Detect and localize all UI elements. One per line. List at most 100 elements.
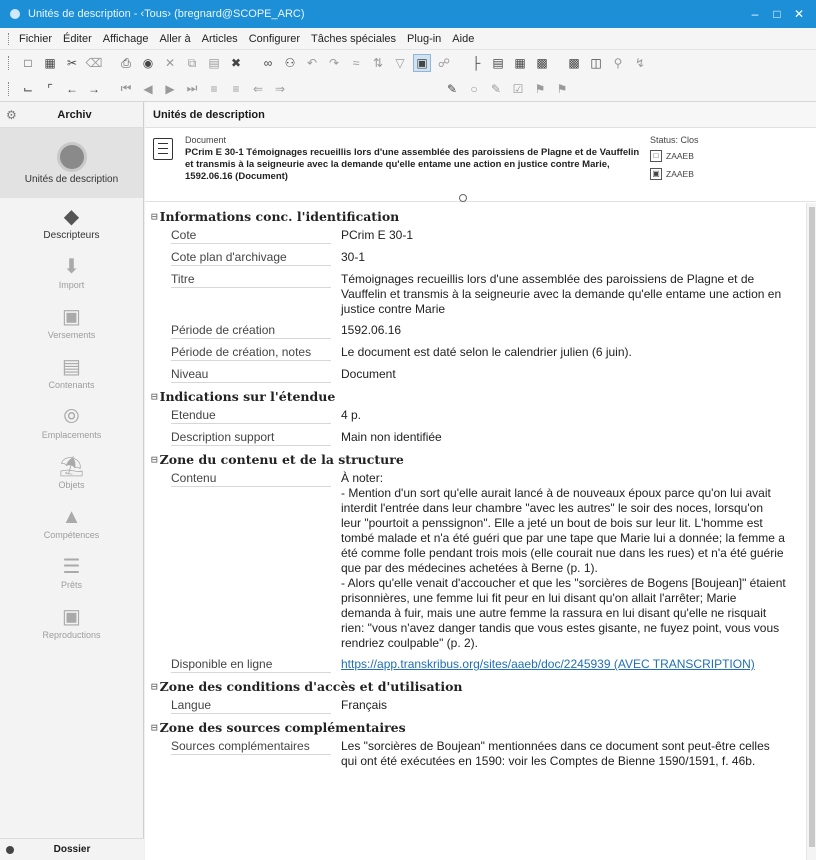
- sidebar-item-versements[interactable]: ▣ Versements: [0, 298, 143, 348]
- collapse-toggle-icon[interactable]: ⊟: [151, 453, 158, 466]
- list-nav-icon[interactable]: ≡: [205, 80, 223, 98]
- sidebar-item-unites-de-description[interactable]: Unités de description: [0, 128, 143, 198]
- filter-icon[interactable]: ▽: [391, 54, 409, 72]
- search-icon[interactable]: ⚲: [609, 54, 627, 72]
- menu-configurer[interactable]: Configurer: [249, 33, 300, 45]
- tree-icon[interactable]: ├: [467, 54, 485, 72]
- field-value[interactable]: Le document est daté selon le calendrier…: [341, 345, 786, 361]
- list-nav-2-icon[interactable]: ≡: [227, 80, 245, 98]
- replace-icon[interactable]: ⚇: [281, 54, 299, 72]
- attach-icon[interactable]: ☍: [435, 54, 453, 72]
- maximize-button[interactable]: □: [766, 7, 788, 21]
- field-value[interactable]: Français: [341, 698, 786, 714]
- paste-icon[interactable]: ▤: [205, 54, 223, 72]
- field-value[interactable]: Main non identifiée: [341, 430, 786, 446]
- field-value[interactable]: 1592.06.16: [341, 323, 786, 339]
- history-forward-icon[interactable]: ⇒: [271, 80, 289, 98]
- copy-icon[interactable]: ⧉: [183, 54, 201, 72]
- vertical-scrollbar[interactable]: [806, 203, 816, 860]
- link-icon[interactable]: ≈: [347, 54, 365, 72]
- forward-icon[interactable]: →: [85, 80, 103, 98]
- collapse-toggle-icon[interactable]: ⊟: [151, 680, 158, 693]
- circle-icon[interactable]: ○: [465, 80, 483, 98]
- sidebar-item-descripteurs[interactable]: ◆ Descripteurs: [0, 198, 143, 248]
- menu-fichier[interactable]: Fichier: [19, 33, 52, 45]
- box-icon: ▤: [62, 356, 81, 378]
- back-icon[interactable]: ←: [63, 80, 81, 98]
- sidebar-item-emplacements[interactable]: ⦾ Emplacements: [0, 398, 143, 448]
- check-list-icon[interactable]: ☑: [509, 80, 527, 98]
- help-pointer-icon[interactable]: ↯: [631, 54, 649, 72]
- online-link[interactable]: https://app.transkribus.org/sites/aaeb/d…: [341, 657, 786, 673]
- cut-icon[interactable]: ✕: [161, 54, 179, 72]
- sidebar-footer[interactable]: Dossier: [0, 838, 144, 860]
- menu-editer[interactable]: Éditer: [63, 33, 92, 45]
- image-viewer-icon[interactable]: ▩: [565, 54, 583, 72]
- minimize-button[interactable]: –: [744, 7, 766, 21]
- gear-icon[interactable]: ⚙: [6, 108, 20, 122]
- history-back-icon[interactable]: ⇐: [249, 80, 267, 98]
- delete-icon[interactable]: ✖: [227, 54, 245, 72]
- sidebar-item-objets[interactable]: ⛱ Objets: [0, 448, 143, 498]
- menu-aide[interactable]: Aide: [452, 33, 474, 45]
- print-icon[interactable]: ⎙: [117, 54, 135, 72]
- first-record-icon[interactable]: ⏮: [117, 80, 135, 98]
- section-sources-complementaires[interactable]: ⊟ Zone des sources complémentaires: [151, 720, 805, 735]
- section-conditions-acces[interactable]: ⊟ Zone des conditions d'accès et d'utili…: [151, 679, 805, 694]
- form-icon[interactable]: ▩: [533, 54, 551, 72]
- grid-icon[interactable]: ▦: [511, 54, 529, 72]
- level-up-icon[interactable]: ⌙: [19, 80, 37, 98]
- sidebar-item-prets[interactable]: ☰ Prêts: [0, 548, 143, 598]
- new-record-icon[interactable]: □: [19, 54, 37, 72]
- find-icon[interactable]: ∞: [259, 54, 277, 72]
- collapse-handle[interactable]: [459, 194, 467, 202]
- collapse-toggle-icon[interactable]: ⊟: [151, 210, 158, 223]
- field-value[interactable]: 4 p.: [341, 408, 786, 424]
- sort-icon[interactable]: ⇅: [369, 54, 387, 72]
- sidebar-item-reproductions[interactable]: ▣ Reproductions: [0, 598, 143, 648]
- toolbar-grip[interactable]: [8, 32, 11, 45]
- collapse-toggle-icon[interactable]: ⊟: [151, 390, 158, 403]
- flag-2-icon[interactable]: ⚑: [553, 80, 571, 98]
- menu-affichage[interactable]: Affichage: [103, 33, 149, 45]
- report-icon[interactable]: ◫: [587, 54, 605, 72]
- save-icon[interactable]: ▦: [41, 54, 59, 72]
- collapse-toggle-icon[interactable]: ⊟: [151, 721, 158, 734]
- redo-icon[interactable]: ↷: [325, 54, 343, 72]
- level-down-icon[interactable]: ⌜: [41, 80, 59, 98]
- menu-articles[interactable]: Articles: [202, 33, 238, 45]
- sidebar-item-competences[interactable]: ▲ Compétences: [0, 498, 143, 548]
- field-value[interactable]: Les "sorcières de Boujean" mentionnées d…: [341, 739, 786, 769]
- field-value[interactable]: 30-1: [341, 250, 786, 266]
- toolbar-grip[interactable]: [8, 81, 11, 96]
- section-etendue[interactable]: ⊟ Indications sur l'étendue: [151, 389, 805, 404]
- menu-taches-speciales[interactable]: Tâches spéciales: [311, 33, 396, 45]
- field-value[interactable]: Document: [341, 367, 786, 383]
- toolbar-grip[interactable]: [8, 56, 11, 70]
- field-value[interactable]: PCrim E 30-1: [341, 228, 786, 244]
- sidebar-item-import[interactable]: ⬇ Import: [0, 248, 143, 298]
- field-value[interactable]: À noter: - Mention d'un sort qu'elle aur…: [341, 471, 786, 651]
- close-button[interactable]: ✕: [788, 7, 810, 21]
- sidebar-item-contenants[interactable]: ▤ Contenants: [0, 348, 143, 398]
- delete-record-icon[interactable]: ⌫: [85, 54, 103, 72]
- toggle-view-icon[interactable]: ▣: [413, 54, 431, 72]
- marker-icon[interactable]: ✎: [487, 80, 505, 98]
- menu-plug-in[interactable]: Plug-in: [407, 33, 441, 45]
- undo-icon[interactable]: ↶: [303, 54, 321, 72]
- loan-icon: ☰: [62, 556, 81, 578]
- field-value[interactable]: Témoignages recueillis lors d'une assemb…: [341, 272, 786, 317]
- menu-aller-a[interactable]: Aller à: [159, 33, 190, 45]
- scrollbar-thumb[interactable]: [809, 207, 815, 847]
- next-record-icon[interactable]: ▶: [161, 80, 179, 98]
- edit-icon[interactable]: ✎: [443, 80, 461, 98]
- preview-icon[interactable]: ◉: [139, 54, 157, 72]
- table-icon[interactable]: ▤: [489, 54, 507, 72]
- section-identification[interactable]: ⊟ Informations conc. l'identification: [151, 209, 805, 224]
- cut-record-icon[interactable]: ✂: [63, 54, 81, 72]
- previous-record-icon[interactable]: ◀: [139, 80, 157, 98]
- last-record-icon[interactable]: ⏭: [183, 80, 201, 98]
- section-contenu-structure[interactable]: ⊟ Zone du contenu et de la structure: [151, 452, 805, 467]
- flag-icon[interactable]: ⚑: [531, 80, 549, 98]
- field-label: Sources complémentaires: [171, 739, 331, 755]
